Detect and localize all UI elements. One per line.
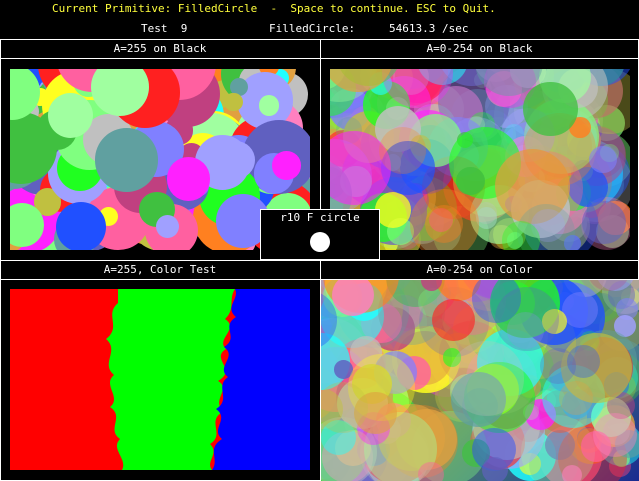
panel-title-bottom-left: A=255, Color Test (103, 263, 217, 276)
header-rate-label: FilledCircle: (269, 22, 356, 35)
random-circle (582, 200, 626, 245)
random-circle (272, 150, 301, 180)
random-circle (56, 202, 107, 250)
random-circle (562, 291, 599, 328)
random-circle (375, 192, 411, 228)
random-circle (418, 461, 444, 481)
random-circle (561, 465, 582, 481)
random-circle (456, 166, 485, 196)
random-circle (432, 298, 475, 341)
color-test-svg (106, 289, 310, 470)
preview-filled-circle (310, 232, 330, 252)
random-circle (449, 341, 524, 416)
random-circle (558, 380, 593, 415)
primitive-preview-popup: r10 F circle (260, 209, 380, 260)
panel-title-bottom-right: A=0-254 on Color (426, 263, 533, 276)
random-circle (321, 382, 368, 433)
panel-title-top-left: A=255 on Black (113, 42, 207, 55)
random-circle (481, 456, 508, 481)
random-circle (425, 204, 464, 243)
title-divider-top (0, 58, 639, 59)
random-circle (567, 345, 601, 379)
header-current-primitive: Current Primitive: FilledCircle - Space … (52, 2, 496, 15)
random-circle (166, 157, 210, 201)
header-test-label: Test 9 (141, 22, 188, 35)
canvas-alpha-circles-color (321, 280, 639, 481)
color-test-green-region (106, 289, 235, 470)
random-circle (379, 126, 427, 174)
popup-label: r10 F circle (280, 211, 360, 224)
random-circle (495, 286, 560, 351)
canvas-color-test (10, 289, 310, 470)
random-circle (523, 81, 578, 137)
panel-title-top-right: A=0-254 on Black (426, 42, 533, 55)
random-circle (258, 95, 280, 116)
random-circle (94, 128, 159, 192)
header-rate-value: 54613.3 /sec (389, 22, 469, 35)
random-circle (589, 146, 617, 174)
